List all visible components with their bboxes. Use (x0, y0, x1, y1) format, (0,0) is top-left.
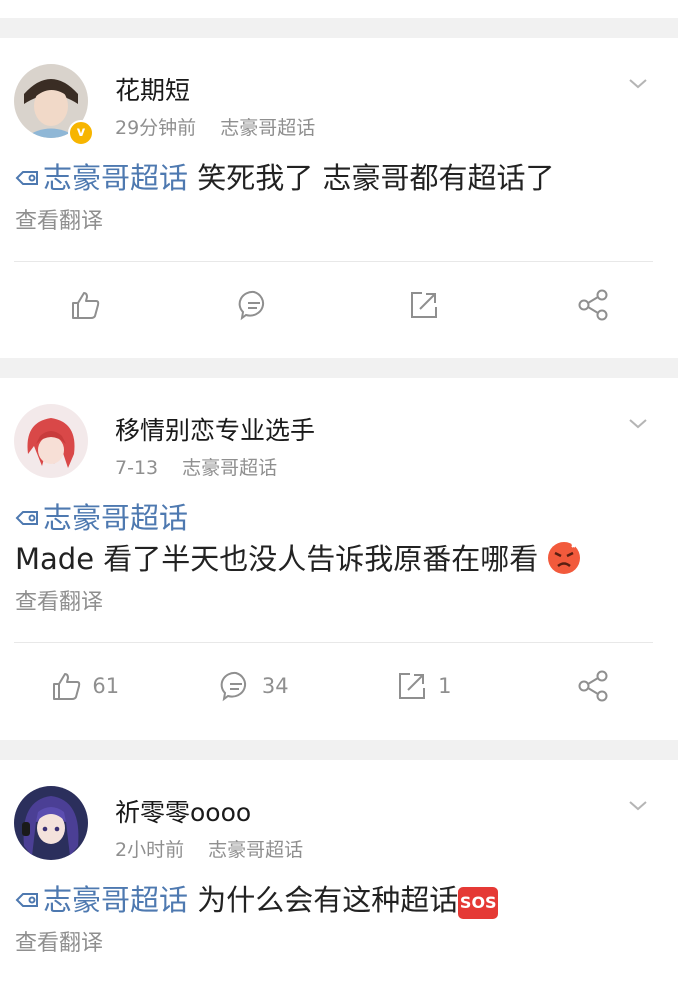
share-button[interactable] (509, 288, 678, 322)
post-time: 29分钟前 (115, 117, 196, 139)
feed-post: 祈零零oooo 2小时前 志豪哥超话 志豪哥超话 为什么会有这种超话SOS 查看… (0, 760, 678, 990)
sos-emoji-icon: SOS (458, 887, 498, 919)
post-header: v 花期短 29分钟前 志豪哥超话 (0, 38, 678, 158)
topic-link[interactable]: 志豪哥超话 (15, 161, 188, 195)
share-button[interactable] (509, 669, 678, 703)
post-header: 移情别恋专业选手 7-13 志豪哥超话 (0, 378, 678, 498)
repost-count: 1 (438, 674, 451, 698)
post-header: 祈零零oooo 2小时前 志豪哥超话 (0, 760, 678, 880)
topic-icon (15, 168, 39, 188)
username[interactable]: 移情别恋专业选手 (115, 411, 315, 447)
topic-link[interactable]: 志豪哥超话 (15, 883, 188, 917)
translate-link[interactable]: 查看翻译 (0, 921, 678, 965)
post-time: 7-13 (115, 457, 158, 479)
post-meta: 2小时前 志豪哥超话 (115, 835, 303, 862)
feed-separator (0, 18, 678, 38)
topic-label: 志豪哥超话 (43, 501, 188, 535)
action-bar: 61 34 1 (0, 643, 678, 728)
topic-icon (15, 890, 39, 910)
comment-count: 34 (262, 674, 289, 698)
post-meta: 29分钟前 志豪哥超话 (115, 113, 315, 140)
post-text: 笑死我了 志豪哥都有超话了 (197, 161, 554, 195)
avatar-image (14, 786, 88, 860)
repost-button[interactable]: 1 (339, 670, 509, 702)
avatar-image (14, 404, 88, 478)
feed-separator (0, 358, 678, 378)
feed-post: v 花期短 29分钟前 志豪哥超话 志豪哥超话 笑死我了 志豪哥都有超话了 查看… (0, 38, 678, 358)
chevron-down-icon[interactable] (628, 414, 648, 434)
post-source[interactable]: 志豪哥超话 (208, 839, 303, 861)
username[interactable]: 祈零零oooo (115, 793, 251, 829)
comment-icon (220, 670, 252, 702)
post-text: Made 看了半天也没人告诉我原番在哪看 (15, 542, 538, 576)
comment-icon (238, 289, 270, 321)
translate-link[interactable]: 查看翻译 (0, 199, 678, 243)
post-meta: 7-13 志豪哥超话 (115, 453, 277, 480)
feed-post: 移情别恋专业选手 7-13 志豪哥超话 志豪哥超话 Made 看了半天也没人告诉… (0, 378, 678, 740)
feed-separator (0, 740, 678, 760)
post-text: 为什么会有这种超话 (197, 883, 458, 917)
share-icon (576, 669, 610, 703)
avatar[interactable] (14, 786, 88, 860)
repost-icon (408, 289, 440, 321)
avatar[interactable] (14, 404, 88, 478)
like-icon (69, 289, 101, 321)
chevron-down-icon[interactable] (628, 796, 648, 816)
post-body: 志豪哥超话 为什么会有这种超话SOS (0, 880, 678, 921)
repost-icon (396, 670, 428, 702)
like-count: 61 (92, 674, 119, 698)
like-button[interactable]: 61 (0, 670, 170, 702)
chevron-down-icon[interactable] (628, 74, 648, 94)
post-time: 2小时前 (115, 839, 184, 861)
top-spacer (0, 0, 678, 18)
post-body: 志豪哥超话 笑死我了 志豪哥都有超话了 (0, 158, 678, 199)
like-button[interactable] (0, 289, 170, 321)
topic-link[interactable]: 志豪哥超话 (15, 498, 663, 539)
topic-icon (15, 508, 39, 528)
share-icon (576, 288, 610, 322)
angry-emoji-icon (547, 541, 581, 575)
topic-label: 志豪哥超话 (43, 883, 188, 917)
username[interactable]: 花期短 (115, 71, 190, 107)
post-source[interactable]: 志豪哥超话 (220, 117, 315, 139)
verified-badge-icon: v (68, 120, 94, 146)
post-body: 志豪哥超话 Made 看了半天也没人告诉我原番在哪看 (0, 498, 678, 580)
action-bar (0, 262, 678, 347)
comment-button[interactable] (170, 289, 340, 321)
like-icon (50, 670, 82, 702)
comment-button[interactable]: 34 (170, 670, 340, 702)
post-source[interactable]: 志豪哥超话 (182, 457, 277, 479)
topic-label: 志豪哥超话 (43, 161, 188, 195)
repost-button[interactable] (339, 289, 509, 321)
translate-link[interactable]: 查看翻译 (0, 580, 678, 624)
